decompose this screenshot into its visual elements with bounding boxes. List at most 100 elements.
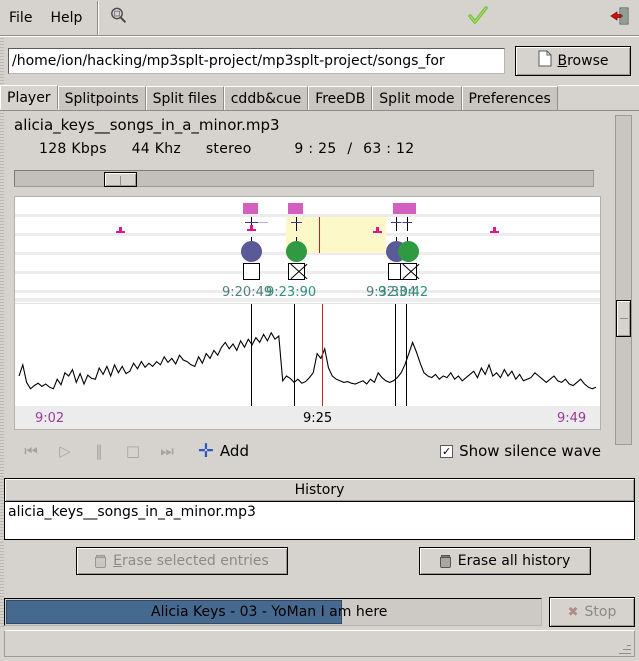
samplerate-label: 44 Khz xyxy=(131,141,182,157)
show-silence-wave-label: Show silence wave xyxy=(459,442,601,460)
browse-label-rest: rowse xyxy=(567,52,609,69)
plus-icon: ✛ xyxy=(198,440,214,462)
erase-all-history-button[interactable]: Erase all history xyxy=(419,547,591,575)
resize-grip[interactable] xyxy=(617,640,631,654)
wave-splitpoint-line xyxy=(251,304,252,406)
tab-freedb[interactable]: FreeDB xyxy=(308,86,373,110)
file-path-input[interactable]: /home/ion/hacking/mp3splt-project/mp3spl… xyxy=(8,47,505,74)
rewind-button[interactable]: ⏮ xyxy=(14,438,48,464)
splitpoint-checkbox[interactable] xyxy=(243,263,260,280)
tab-split-mode[interactable]: Split mode xyxy=(372,86,462,110)
seek-slider-handle[interactable] xyxy=(104,172,137,187)
progress-bar-text: Alicia Keys - 03 - YoMan I am here xyxy=(151,604,388,620)
silence-marker xyxy=(247,225,256,231)
menu-help[interactable]: Help xyxy=(41,6,91,30)
grid-band xyxy=(15,271,600,274)
erase-selected-label-rest: rase selected entries xyxy=(122,553,269,569)
current-song-name: alicia_keys__songs_in_a_minor.mp3 xyxy=(14,116,280,134)
tab-player[interactable]: Player xyxy=(0,85,58,110)
menubar: File Help xyxy=(0,0,639,36)
browse-button[interactable]: Browse xyxy=(515,45,631,76)
player-panel: alicia_keys__songs_in_a_minor.mp3 128 Kb… xyxy=(4,111,635,473)
exit-door-icon xyxy=(610,6,630,30)
splitpoint-stem xyxy=(396,217,397,231)
wave-play-cursor xyxy=(322,304,323,406)
tab-filler xyxy=(557,85,639,110)
history-buttons: Erase selected entries Erase all history xyxy=(4,546,635,576)
quit-button[interactable] xyxy=(605,3,635,33)
splitpoint-handle-green[interactable] xyxy=(398,241,419,262)
scrollbar-thumb[interactable] xyxy=(616,300,631,337)
stop-button[interactable]: □ xyxy=(116,438,150,464)
selection-cursor-line xyxy=(319,217,320,253)
splitpoint-checkbox-checked[interactable] xyxy=(288,263,305,280)
menu-file[interactable]: File xyxy=(0,6,41,30)
splitpoint-marker-pink[interactable] xyxy=(393,203,416,214)
wave-time-axis: 9:02 9:25 9:49 xyxy=(15,406,600,429)
silence-wave-plot[interactable]: 9:02 9:25 9:49 xyxy=(15,303,600,429)
axis-label-center: 9:25 xyxy=(303,411,333,426)
splitpoint-marker-pink[interactable] xyxy=(243,203,258,214)
bitrate-label: 128 Kbps xyxy=(39,141,107,157)
trash-icon xyxy=(439,554,451,568)
silence-marker xyxy=(373,227,382,233)
splitpoint-crossbar xyxy=(391,222,401,223)
add-splitpoint-button[interactable]: ✛ Add xyxy=(198,440,249,462)
time-display: 9 : 25 / 63 : 12 xyxy=(294,141,414,157)
toolbar-separator xyxy=(97,0,99,35)
splitpoint-crossbar-light xyxy=(258,222,268,223)
player-controls: ⏮ ▷ ‖ □ ⏭ ✛ Add ✓ Show silence wave xyxy=(14,436,601,466)
green-check-icon xyxy=(467,5,489,30)
player-vertical-scrollbar[interactable] xyxy=(615,115,632,445)
history-title: History xyxy=(4,478,635,502)
file-path-row: /home/ion/hacking/mp3splt-project/mp3spl… xyxy=(0,36,639,84)
splitpoint-stem xyxy=(296,217,297,231)
waveform-curve xyxy=(18,331,597,390)
splitpoint-crossbar xyxy=(291,222,302,223)
time-separator: / xyxy=(347,141,353,157)
play-button[interactable]: ▷ xyxy=(48,438,82,464)
erase-selected-entries-button[interactable]: Erase selected entries xyxy=(76,547,288,575)
show-silence-wave-checkbox[interactable]: ✓ xyxy=(440,444,454,458)
trash-icon xyxy=(95,554,107,568)
splitpoint-stem xyxy=(407,217,408,231)
detect-silence-button[interactable] xyxy=(103,3,133,33)
splitpoint-checkbox-checked[interactable] xyxy=(400,263,417,280)
add-button-label: Add xyxy=(219,442,249,460)
tab-preferences[interactable]: Preferences xyxy=(461,86,558,110)
splitpoint-time-label: 9:23:90 xyxy=(266,285,317,300)
axis-label-right: 9:49 xyxy=(557,411,587,426)
splitpoint-crossbar xyxy=(245,222,258,223)
total-time: 63 : 12 xyxy=(363,141,415,157)
splitpoint-time-label: 9:20:49 xyxy=(222,285,273,300)
pause-button[interactable]: ‖ xyxy=(82,438,116,464)
stop-split-button[interactable]: ✖ Stop xyxy=(549,597,635,627)
splitpoint-marker-pink[interactable] xyxy=(288,203,303,214)
elapsed-time: 9 : 25 xyxy=(294,141,337,157)
status-bar: Alicia Keys - 03 - YoMan I am here ✖ Sto… xyxy=(4,595,635,629)
splitpoint-crossbar xyxy=(403,222,412,223)
mp3splt-window: File Help /home/ion/hacking/mp3splt-proj… xyxy=(0,0,639,661)
ok-indicator xyxy=(463,3,493,33)
tab-cddb-cue[interactable]: cddb&cue xyxy=(223,86,309,110)
browse-button-label: Browse xyxy=(557,52,609,69)
cancel-x-icon: ✖ xyxy=(567,604,579,620)
history-list-item[interactable]: alicia_keys__songs_in_a_minor.mp3 xyxy=(8,504,631,520)
show-silence-wave-toggle[interactable]: ✓ Show silence wave xyxy=(440,442,601,460)
forward-button[interactable]: ⏭ xyxy=(150,438,184,464)
progress-bar: Alicia Keys - 03 - YoMan I am here xyxy=(4,598,542,626)
erase-all-history-label: Erase all history xyxy=(457,553,571,569)
song-metadata: 128 Kbps 44 Khz stereo 9 : 25 / 63 : 12 xyxy=(39,141,634,157)
document-icon xyxy=(538,50,552,71)
splitpoint-wave-area[interactable]: 9:20:49 9:23:90 9:32:04 9:33:42 9:02 9:2… xyxy=(14,196,601,430)
splitpoint-handle-green[interactable] xyxy=(286,241,307,262)
seek-slider[interactable] xyxy=(14,170,594,187)
window-bottom-strip xyxy=(4,630,635,657)
history-list[interactable]: alicia_keys__songs_in_a_minor.mp3 xyxy=(4,502,635,540)
axis-label-left: 9:02 xyxy=(35,411,65,426)
wave-splitpoint-line xyxy=(395,304,396,406)
magnifier-icon xyxy=(109,6,128,29)
tab-split-files[interactable]: Split files xyxy=(145,86,224,110)
splitpoint-handle-blue[interactable] xyxy=(241,241,262,262)
tab-splitpoints[interactable]: Splitpoints xyxy=(57,86,146,110)
